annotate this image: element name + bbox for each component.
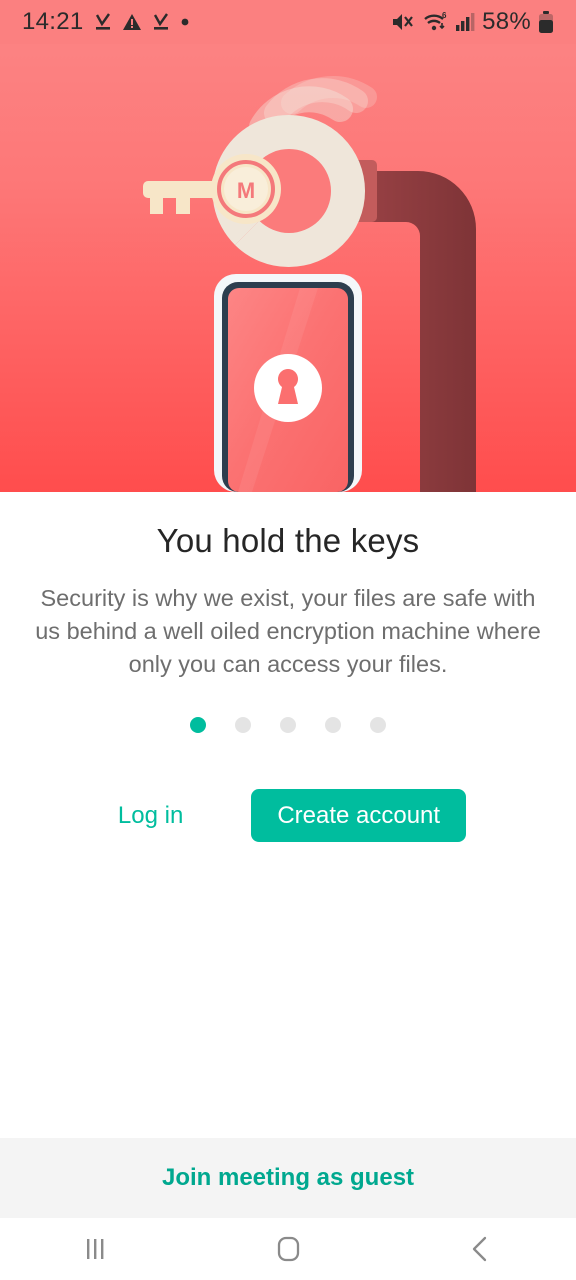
home-icon xyxy=(277,1236,300,1262)
download-done-icon xyxy=(95,13,110,30)
dot-icon xyxy=(181,18,188,26)
status-bar-clock: 14:21 xyxy=(22,8,84,35)
page-dot-2[interactable] xyxy=(235,717,251,733)
mega-key: M xyxy=(143,154,281,224)
page-title: You hold the keys xyxy=(156,522,420,559)
svg-text:6: 6 xyxy=(442,11,447,20)
page-dot-3[interactable] xyxy=(280,717,296,733)
mega-logo-letter: M xyxy=(237,178,255,203)
login-button[interactable]: Log in xyxy=(110,790,191,842)
join-meeting-as-guest-button[interactable]: Join meeting as guest xyxy=(162,1164,414,1192)
battery-icon xyxy=(539,11,553,33)
footer-bar: Join meeting as guest xyxy=(0,1138,576,1218)
page-indicator xyxy=(0,717,576,733)
download-done-icon xyxy=(153,13,168,30)
hero-illustration: M xyxy=(0,0,576,492)
status-bar-left: 14:21 xyxy=(22,8,190,36)
status-bar: 14:21 6 58% xyxy=(0,0,576,44)
back-button[interactable] xyxy=(384,1218,576,1280)
key-handcuff-phone-lock-illustration: M xyxy=(143,76,476,492)
action-buttons: Log in Create account xyxy=(0,789,576,842)
app-screen: M 14:21 6 58% You hold the keys Security… xyxy=(0,0,576,1280)
status-bar-right: 6 58% xyxy=(391,8,554,36)
mute-icon xyxy=(393,14,413,30)
warning-triangle-icon xyxy=(122,14,141,30)
create-account-button[interactable]: Create account xyxy=(251,789,467,842)
recents-icon xyxy=(87,1239,104,1259)
onboarding-content: You hold the keys Security is why we exi… xyxy=(0,492,576,842)
page-dot-5[interactable] xyxy=(370,717,386,733)
android-navigation-bar xyxy=(0,1218,576,1280)
battery-percent-label: 58% xyxy=(482,8,531,35)
back-icon xyxy=(472,1236,487,1262)
wifi6-icon: 6 xyxy=(424,11,447,31)
page-dot-1[interactable] xyxy=(190,717,206,733)
page-dot-4[interactable] xyxy=(325,717,341,733)
recents-button[interactable] xyxy=(0,1218,192,1280)
home-button[interactable] xyxy=(192,1218,384,1280)
page-description: Security is why we exist, your files are… xyxy=(35,585,541,677)
signal-bars-icon xyxy=(456,13,475,31)
phone-device xyxy=(214,274,362,492)
